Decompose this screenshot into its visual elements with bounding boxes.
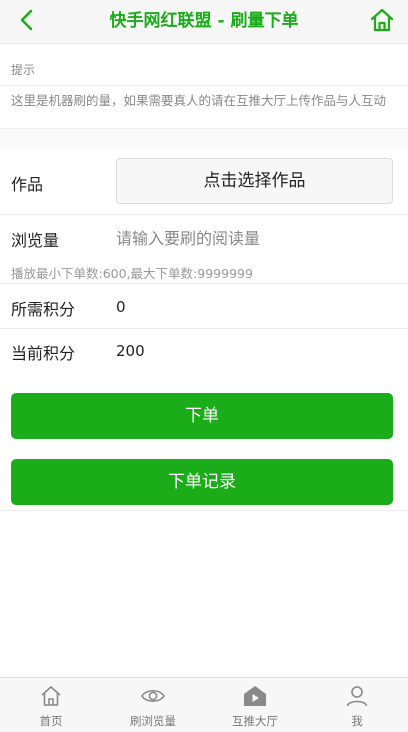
section-gap bbox=[0, 128, 408, 149]
views-row: 浏览量 bbox=[0, 215, 408, 261]
need-points-value: 0 bbox=[116, 298, 126, 316]
page-title: 快手网红联盟 - 刷量下单 bbox=[109, 11, 299, 31]
works-row: 作品 点击选择作品 bbox=[0, 149, 408, 215]
order-records-button[interactable]: 下单记录 bbox=[11, 459, 393, 505]
home-button[interactable] bbox=[368, 8, 396, 36]
order-range-tip: 播放最小下单数:600,最大下单数:9999999 bbox=[11, 266, 253, 281]
tab-label: 互推大厅 bbox=[232, 714, 278, 728]
tab-label: 刷浏览量 bbox=[130, 714, 176, 728]
notice-label: 提示 bbox=[11, 63, 36, 77]
divider bbox=[0, 510, 408, 511]
play-house-icon bbox=[242, 683, 268, 709]
chevron-left-icon bbox=[19, 9, 35, 35]
back-button[interactable] bbox=[14, 9, 40, 35]
current-points-row: 当前积分 200 bbox=[0, 329, 408, 373]
need-points-row: 所需积分 0 bbox=[0, 283, 408, 329]
order-button[interactable]: 下单 bbox=[11, 393, 393, 439]
tab-me[interactable]: 我 bbox=[306, 678, 408, 732]
top-nav-bar: 快手网红联盟 - 刷量下单 bbox=[0, 0, 408, 44]
tab-promo-hall[interactable]: 互推大厅 bbox=[204, 678, 306, 732]
bottom-tab-bar: 首页 刷浏览量 互推大厅 我 bbox=[0, 677, 408, 732]
user-icon bbox=[344, 683, 370, 709]
home-icon bbox=[369, 7, 395, 37]
need-points-label: 所需积分 bbox=[11, 300, 76, 319]
views-label: 浏览量 bbox=[11, 231, 60, 250]
tab-home[interactable]: 首页 bbox=[0, 678, 102, 732]
views-input[interactable] bbox=[116, 223, 396, 253]
current-points-label: 当前积分 bbox=[11, 344, 76, 363]
eye-icon bbox=[140, 683, 166, 709]
divider bbox=[0, 85, 408, 86]
tab-views[interactable]: 刷浏览量 bbox=[102, 678, 204, 732]
notice-panel: 提示 这里是机器刷的量，如果需要真人的请在互推大厅上传作品与人互动 bbox=[0, 44, 408, 149]
choose-works-button[interactable]: 点击选择作品 bbox=[116, 158, 393, 204]
notice-text: 这里是机器刷的量，如果需要真人的请在互推大厅上传作品与人互动 bbox=[11, 93, 387, 108]
works-label: 作品 bbox=[11, 175, 44, 194]
current-points-value: 200 bbox=[116, 342, 145, 360]
tab-label: 我 bbox=[351, 714, 363, 728]
home-icon bbox=[38, 683, 64, 709]
tab-label: 首页 bbox=[39, 714, 63, 728]
